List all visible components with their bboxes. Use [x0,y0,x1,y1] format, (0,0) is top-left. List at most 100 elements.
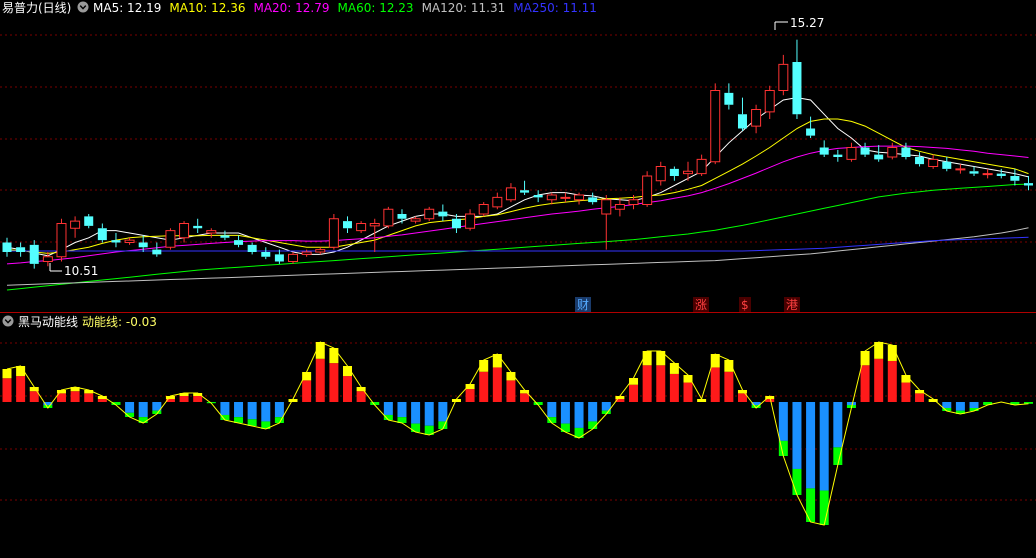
momentum-bar [601,402,611,414]
candle [819,140,829,157]
candle [179,221,190,243]
momentum-bar [411,402,421,432]
ma-legend-item: MA5: 12.19 [93,1,161,15]
candle [397,209,407,224]
candle [860,142,870,157]
momentum-bar [887,345,897,402]
momentum-bar [138,402,148,423]
candle [833,149,843,162]
ma-legend-item: MA20: 12.79 [253,1,329,15]
candle [1024,176,1033,191]
candle [328,214,339,250]
candle [84,214,94,229]
candle [70,216,81,238]
candle [915,152,925,167]
momentum-bar [819,402,829,525]
momentum-bar [29,387,39,402]
momentum-bar [615,396,625,402]
momentum-bar [778,402,788,456]
momentum-bar [261,402,271,429]
candle [274,249,284,264]
momentum-bar [397,402,407,423]
momentum-bar [383,402,393,420]
momentum-bar [56,390,66,402]
candle [533,190,543,203]
event-marker-dollar[interactable]: $ [741,298,749,312]
candle [806,116,816,138]
high-marker: 15.27 [774,16,824,30]
candle [710,83,721,165]
candle [669,166,679,181]
momentum-bar [737,390,747,402]
candle [465,209,476,231]
event-marker-up[interactable]: 涨 [695,297,707,312]
candle [193,218,203,233]
candle [2,237,12,257]
candle [1010,168,1020,186]
momentum-bar [642,351,652,402]
candle [56,218,67,262]
momentum-bar [438,402,448,429]
candle [29,240,39,269]
candlesticks [2,39,1033,269]
candle [792,39,802,119]
candle [383,206,394,229]
candle [234,235,244,248]
candle [356,221,367,233]
indicator-value: 动能线: -0.03 [82,315,157,329]
candle [152,242,162,257]
momentum-bar [274,402,284,423]
momentum-bar [574,402,584,438]
momentum-bar [806,402,816,522]
ma-line-ma60 [6,183,1029,291]
moving-average-lines [6,97,1029,291]
candle [955,164,966,174]
candle [683,161,693,181]
momentum-bar [520,390,530,402]
momentum-bar [833,402,843,465]
ma-legend: MA5: 12.19 MA10: 12.36 MA20: 12.79 MA60: 12… [93,1,597,15]
candle [588,192,598,205]
candle [520,180,530,195]
chart-settings-icon[interactable] [77,1,89,13]
indicator-settings-icon[interactable] [2,315,14,327]
candle [424,206,435,222]
candle [874,145,884,162]
chart-title: 易普力(日线) [2,1,71,15]
momentum-bar [152,402,162,414]
momentum-bar [955,402,965,414]
momentum-bar [165,396,175,402]
momentum-bar [329,348,339,402]
candle [887,142,898,160]
candle [261,247,271,260]
ma-legend-item: MA120: 11.31 [422,1,506,15]
low-price-label: 10.51 [64,264,98,278]
candle [505,183,516,203]
momentum-bar [874,342,884,402]
momentum-bar [860,351,870,402]
momentum-bar [356,387,366,402]
candle [778,54,789,96]
stock-chart[interactable]: 15.27 10.51 财 涨 $ 港 易普力(日线) MA5: 12.19 MA… [0,0,1036,558]
ma-legend-item: MA250: 11.11 [513,1,597,15]
momentum-bar [465,384,475,402]
momentum-bar [560,402,570,432]
momentum-bar [193,393,203,402]
momentum-bar [942,402,952,411]
event-marker-hk[interactable]: 港 [786,298,798,312]
momentum-bar [669,363,679,402]
ma-legend-item: MA60: 12.23 [338,1,414,15]
candle [901,142,911,160]
candle [343,216,352,233]
ma-line-ma5 [6,97,1029,257]
momentum-bar [656,351,666,402]
event-marker-finance[interactable]: 财 [577,298,589,312]
momentum-bar [683,375,693,402]
low-marker: 10.51 [49,263,98,278]
candle [438,204,448,222]
candle [165,228,176,250]
momentum-bar [315,342,325,402]
momentum-bar [302,372,312,402]
candle [982,168,993,179]
momentum-bar [247,402,257,426]
